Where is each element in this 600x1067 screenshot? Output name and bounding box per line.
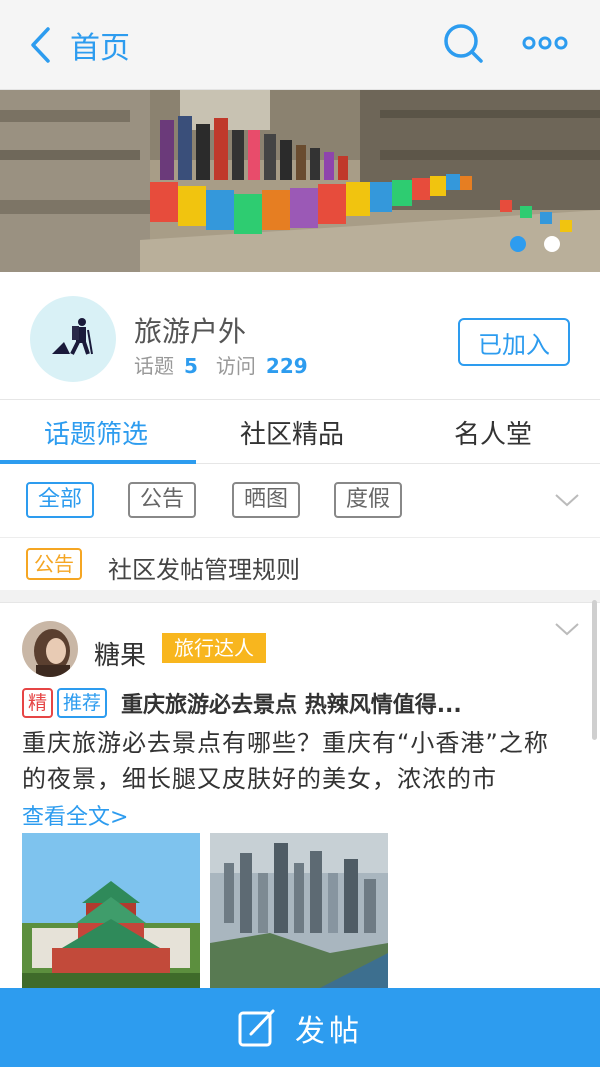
chevron-down-icon[interactable] — [554, 492, 580, 508]
carousel-dot[interactable] — [544, 236, 560, 252]
post-title-line[interactable]: 精推荐 重庆旅游必去景点 热辣风情值得... — [22, 687, 582, 721]
recommended-tag: 推荐 — [57, 688, 108, 718]
notice-row[interactable]: 公告 社区发帖管理规则 — [0, 538, 600, 590]
filter-all[interactable]: 全部 — [26, 482, 95, 518]
featured-tag: 精 — [22, 688, 54, 718]
group-name: 旅游户外 — [134, 315, 247, 348]
hiker-icon — [52, 318, 93, 355]
filter-photos[interactable]: 晒图 — [232, 482, 301, 518]
author-avatar-image — [22, 621, 78, 677]
chevron-left-icon — [31, 27, 50, 63]
carousel-dots — [510, 236, 560, 252]
back-label: 首页 — [70, 31, 130, 66]
topics-label: 话题 — [134, 354, 174, 378]
group-avatar — [30, 296, 116, 382]
more-icon[interactable] — [522, 34, 568, 52]
search-icon[interactable] — [442, 22, 484, 64]
compose-label: 发帖 — [295, 1013, 363, 1049]
compose-post-button[interactable]: 发帖 — [0, 988, 600, 1067]
back-button[interactable]: 首页 — [28, 22, 130, 68]
scrollbar[interactable] — [592, 600, 597, 740]
post-image-1[interactable] — [22, 833, 200, 993]
chevron-down-icon[interactable] — [554, 621, 580, 637]
filter-announcement[interactable]: 公告 — [128, 482, 197, 518]
notice-title[interactable]: 社区发帖管理规则 — [108, 550, 300, 585]
author-badge: 旅行达人 — [162, 633, 266, 663]
joined-button[interactable]: 已加入 — [458, 318, 570, 366]
notice-tag: 公告 — [26, 548, 82, 580]
post-excerpt[interactable]: 重庆旅游必去景点有哪些？重庆有“小香港”之称的夜景，细长腿又皮肤好的美女，浓浓的… — [22, 725, 570, 797]
group-header: 旅游户外 话题 5 访问 229 已加入 — [0, 272, 600, 400]
top-bar: 首页 — [0, 0, 600, 90]
post-image-2[interactable] — [210, 833, 388, 993]
visits-count: 229 — [265, 354, 308, 378]
read-more-link[interactable]: 查看全文> — [22, 799, 128, 831]
filter-vacation[interactable]: 度假 — [334, 482, 403, 518]
banner-carousel[interactable] — [0, 90, 600, 272]
author-avatar[interactable] — [22, 621, 78, 677]
topics-count: 5 — [184, 354, 198, 378]
author-name[interactable]: 糖果 — [94, 635, 146, 672]
tab-topic-filter[interactable]: 话题筛选 — [44, 414, 148, 451]
tab-hall-of-fame[interactable]: 名人堂 — [454, 414, 532, 451]
tab-featured[interactable]: 社区精品 — [240, 414, 344, 451]
post-image-2-graphic — [210, 833, 388, 993]
post-title[interactable]: 重庆旅游必去景点 热辣风情值得... — [121, 687, 462, 719]
edit-icon — [238, 1009, 275, 1046]
carousel-dot-active[interactable] — [510, 236, 526, 252]
filter-bar: 全部 公告 晒图 度假 — [0, 464, 600, 538]
tab-bar: 话题筛选 社区精品 名人堂 — [0, 400, 600, 464]
group-stats: 话题 5 访问 229 — [134, 350, 326, 379]
post-image-1-graphic — [22, 833, 200, 993]
visits-label: 访问 — [215, 354, 256, 378]
